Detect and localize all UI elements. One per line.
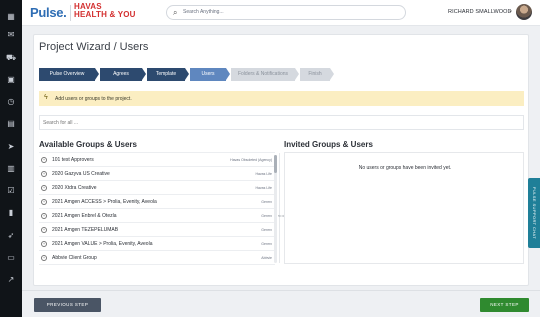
list-item[interactable]: + 2021 Amgen VALUE > Prolia, Evenity, Av… — [39, 237, 275, 251]
support-chat-label[interactable]: PULSE SUPPORT CHAT — [528, 178, 540, 248]
list-item-tag: Havas Life — [255, 172, 272, 176]
global-search-placeholder[interactable]: Search Anything... — [183, 9, 224, 15]
list-item-name: 2021 Amgen VALUE > Prolia, Evenity, Aveo… — [52, 241, 153, 247]
invited-title: Invited Groups & Users — [284, 140, 373, 149]
rocket-icon[interactable]: ➶ — [6, 231, 16, 241]
column-divider — [279, 153, 280, 263]
list-item-tag: Genrrx — [261, 200, 272, 204]
available-scrollbar[interactable] — [274, 155, 277, 263]
step-users[interactable]: Users — [190, 68, 226, 81]
available-title: Available Groups & Users — [39, 140, 137, 149]
step-finish[interactable]: Finish — [300, 68, 330, 81]
send-icon[interactable]: ➤ — [6, 142, 16, 152]
scrollbar-thumb[interactable] — [274, 155, 277, 173]
group-icon: + — [41, 199, 47, 205]
checklist-icon[interactable]: ☑ — [6, 186, 16, 196]
havas-logo: HAVAS HEALTH & YOU — [74, 3, 136, 19]
step-agrees[interactable]: Agrees — [100, 68, 142, 81]
building-icon[interactable]: ▥ — [6, 164, 16, 174]
list-item-tag: Genrrx — [261, 228, 272, 232]
info-banner-text: Add users or groups to the project. — [55, 96, 132, 102]
list-item[interactable]: + 2021 Amgen Enbrel & Otezla Genrrx — [39, 209, 275, 223]
dashboard-icon[interactable]: ▦ — [6, 12, 16, 22]
list-item-name: 2020 Xtdra Creative — [52, 185, 97, 191]
group-icon: + — [41, 157, 47, 163]
list-item-name: 2021 Amgen TEZEPELUMAB — [52, 227, 119, 233]
footer-bar: PREVIOUS STEP NEXT STEP — [22, 290, 540, 317]
step-arrow — [330, 68, 334, 80]
list-item-name: Abbvie Client Group — [52, 255, 97, 261]
calendar-icon[interactable]: ▣ — [6, 75, 16, 85]
group-icon: + — [41, 255, 47, 261]
group-icon: + — [41, 185, 47, 191]
step-folders-notifications[interactable]: Folders & Notifications — [231, 68, 295, 81]
group-icon: + — [41, 213, 47, 219]
top-header: Pulse. HAVAS HEALTH & YOU ⌕ Search Anyth… — [22, 0, 540, 26]
avatar[interactable] — [516, 4, 532, 20]
step-arrow — [185, 68, 189, 80]
list-item[interactable]: + 2021 Amgen ACCESS > Prolia, Evenity, A… — [39, 195, 275, 209]
havas-logo-line2: HEALTH & YOU — [74, 10, 136, 19]
lightning-icon: ϟ — [44, 94, 48, 101]
user-name[interactable]: RICHARD SMALLWOOD — [448, 9, 512, 15]
step-arrow — [142, 68, 146, 80]
list-item[interactable]: + 2021 Amgen TEZEPELUMAB Genrrx — [39, 223, 275, 237]
step-arrow — [295, 68, 299, 80]
pulse-logo[interactable]: Pulse. — [30, 5, 67, 20]
global-search[interactable]: ⌕ Search Anything... — [166, 5, 406, 20]
step-pulse-overview[interactable]: Pulse Overview — [39, 68, 95, 81]
step-template[interactable]: Template — [147, 68, 185, 81]
step-arrow — [95, 68, 99, 80]
group-icon: + — [41, 241, 47, 247]
list-item-tag: Havas Obsoleted (Agency) — [230, 158, 272, 162]
list-item-name: 101 test Approvers — [52, 157, 94, 163]
page-title: Project Wizard / Users — [39, 41, 149, 53]
list-item-tag: Genrrx — [261, 242, 272, 246]
info-banner: ϟ Add users or groups to the project. — [39, 91, 524, 106]
list-item-tag: Havas Life — [255, 186, 272, 190]
list-item-name: 2020 Gazyva US Creative — [52, 171, 110, 177]
list-item[interactable]: + Abbvie Client Group Abbvie — [39, 251, 275, 265]
support-chat-tab[interactable]: PULSE SUPPORT CHAT — [528, 178, 540, 248]
folder-icon[interactable]: ▭ — [6, 253, 16, 263]
cart-icon[interactable]: ⛟ — [6, 53, 16, 63]
chart-icon[interactable]: ↗ — [6, 275, 16, 285]
left-nav-rail: ▦ ✉ ⛟ ▣ ◷ ▤ ➤ ▥ ☑ ▮ ➶ ▭ ↗ — [0, 0, 22, 317]
next-step-button[interactable]: NEXT STEP — [480, 298, 529, 312]
group-icon: + — [41, 227, 47, 233]
mail-icon[interactable]: ✉ — [6, 30, 16, 40]
previous-step-button[interactable]: PREVIOUS STEP — [34, 298, 101, 312]
available-list: + 101 test Approvers Havas Obsoleted (Ag… — [39, 152, 275, 265]
search-all-box[interactable] — [39, 115, 524, 130]
chevron-down-icon[interactable]: ⌄ — [508, 7, 513, 14]
list-item-tag: Genrrx — [261, 214, 272, 218]
search-icon: ⌕ — [173, 8, 178, 17]
list-item-name: 2021 Amgen ACCESS > Prolia, Evenity, Ave… — [52, 199, 157, 205]
book-icon[interactable]: ▮ — [6, 208, 16, 218]
invited-empty-text: No users or groups have been invited yet… — [358, 165, 452, 171]
step-arrow — [226, 68, 230, 80]
list-item[interactable]: + 101 test Approvers Havas Obsoleted (Ag… — [39, 153, 275, 167]
list-item-name: 2021 Amgen Enbrel & Otezla — [52, 213, 117, 219]
invited-list: No users or groups have been invited yet… — [284, 152, 524, 264]
search-all-input[interactable] — [43, 117, 513, 128]
list-item-tag: Abbvie — [261, 256, 272, 260]
wizard-card: Project Wizard / Users Pulse Overview Ag… — [33, 34, 529, 286]
clock-icon[interactable]: ◷ — [6, 97, 16, 107]
logo-divider — [70, 5, 71, 21]
list-item[interactable]: + 2020 Gazyva US Creative Havas Life — [39, 167, 275, 181]
list-item[interactable]: + 2020 Xtdra Creative Havas Life — [39, 181, 275, 195]
group-icon: + — [41, 171, 47, 177]
image-icon[interactable]: ▤ — [6, 119, 16, 129]
